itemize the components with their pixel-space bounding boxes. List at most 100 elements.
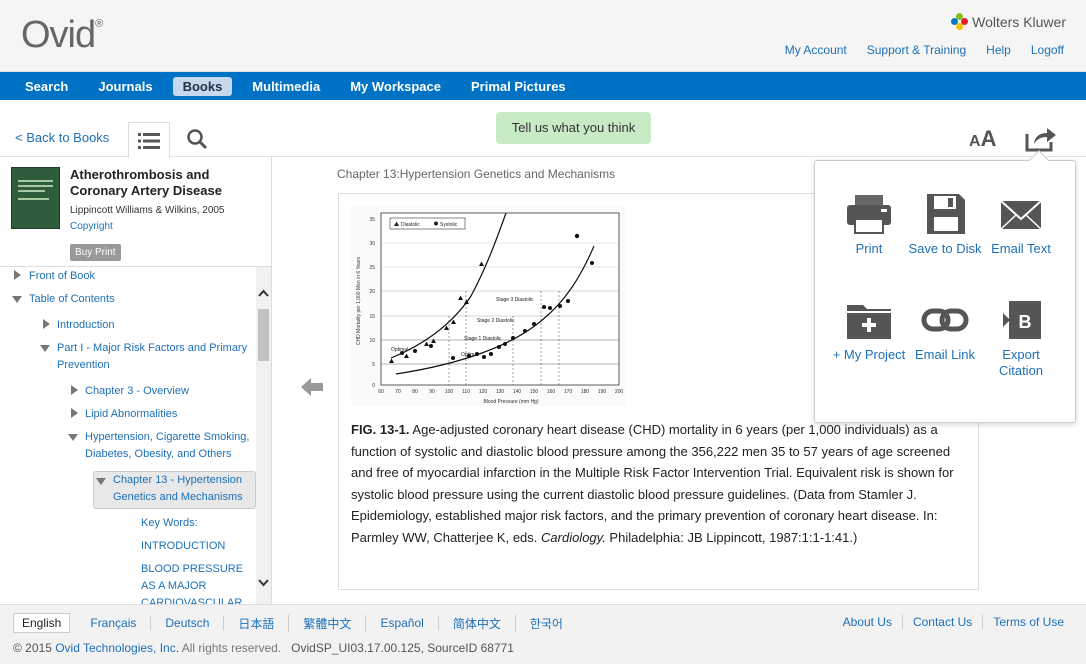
footer: English Français Deutsch 日本語 繁體中文 Españo…	[0, 604, 1086, 664]
share-my-project-button[interactable]: + My Project	[831, 299, 907, 363]
nav-multimedia[interactable]: Multimedia	[242, 77, 330, 96]
x-tick: 60	[378, 389, 384, 395]
x-tick: 170	[564, 389, 573, 395]
share-email-text-button[interactable]: Email Text	[983, 193, 1059, 257]
chapter-breadcrumb: Chapter 13:Hypertension Genetics and Mec…	[337, 167, 616, 181]
nav-journals[interactable]: Journals	[88, 77, 162, 96]
lang-japanese[interactable]: 日本語	[224, 614, 290, 632]
lang-korean[interactable]: 한국어	[516, 615, 577, 632]
y-tick: 5	[372, 362, 375, 368]
ovid-technologies-link[interactable]: Ovid Technologies, Inc.	[55, 641, 179, 655]
caption-source-title: Cardiology.	[541, 529, 606, 545]
nav-search[interactable]: Search	[15, 77, 78, 96]
book-info: Atherothrombosis and Coronary Artery Dis…	[0, 157, 271, 267]
support-training-link[interactable]: Support & Training	[857, 43, 976, 57]
feedback-button[interactable]: Tell us what you think	[496, 112, 651, 144]
share-print-button[interactable]: Print	[831, 193, 907, 257]
lang-deutsch[interactable]: Deutsch	[151, 616, 225, 630]
book-publisher: Lippincott Williams & Wilkins, 2005	[70, 205, 225, 216]
help-link[interactable]: Help	[976, 43, 1021, 57]
toc-item-chapter-13[interactable]: Chapter 13 - Hypertension Genetics and M…	[113, 472, 256, 506]
stage3-label: Stage 3 Diastolic	[496, 297, 534, 303]
figure-13-1-image[interactable]: 0 5 10 15 20 25 30 35 60 70 80 90 100 11…	[351, 206, 626, 406]
caption-text: Age-adjusted coronary heart disease (CHD…	[351, 422, 954, 545]
lang-english[interactable]: English	[13, 613, 71, 633]
y-tick: 0	[372, 383, 375, 389]
collapse-icon[interactable]	[96, 478, 106, 485]
lang-espanol[interactable]: Español	[366, 616, 439, 630]
x-tick: 160	[547, 389, 556, 395]
legend-systolic: Systolic	[440, 222, 458, 228]
expand-icon[interactable]	[14, 270, 21, 280]
share-export-citation-button[interactable]: B Export Citation	[983, 299, 1059, 379]
toc-item-introduction-section[interactable]: INTRODUCTION	[141, 538, 225, 555]
toc-item-front-of-book[interactable]: Front of Book	[29, 268, 95, 285]
x-tick: 180	[581, 389, 590, 395]
x-tick: 80	[412, 389, 418, 395]
collapse-icon[interactable]	[12, 296, 22, 303]
table-of-contents: Front of Book Table of Contents Introduc…	[0, 267, 256, 604]
nav-my-workspace[interactable]: My Workspace	[340, 77, 451, 96]
share-button[interactable]	[1025, 124, 1057, 152]
x-tick: 190	[598, 389, 607, 395]
copyright-link[interactable]: Copyright	[70, 221, 113, 232]
y-axis-label: CHD Mortality per 1,000 Men in 6 Years	[356, 256, 362, 345]
previous-page-arrow-icon[interactable]	[300, 377, 324, 397]
share-email-link-button[interactable]: Email Link	[907, 299, 983, 363]
toc-scrollbar[interactable]	[256, 267, 271, 604]
toc-item-part-1[interactable]: Part I - Major Risk Factors and Primary …	[57, 340, 256, 374]
share-save-to-disk-button[interactable]: Save to Disk	[907, 193, 983, 257]
x-tick: 120	[479, 389, 488, 395]
ovid-logo[interactable]: Ovid®	[21, 14, 103, 57]
nav-books[interactable]: Books	[172, 76, 233, 96]
toc-item-introduction[interactable]: Introduction	[57, 317, 114, 334]
x-tick: 140	[513, 389, 522, 395]
scroll-down-icon[interactable]	[258, 579, 269, 587]
footer-links: About Us Contact Us Terms of Use	[833, 615, 1074, 629]
collapse-icon[interactable]	[40, 345, 50, 352]
y-tick: 10	[369, 338, 375, 344]
contact-us-link[interactable]: Contact Us	[901, 615, 982, 629]
book-title: Atherothrombosis and Coronary Artery Dis…	[70, 167, 222, 198]
copyright-notice: © 2015 Ovid Technologies, Inc. All right…	[13, 641, 514, 655]
terms-of-use-link[interactable]: Terms of Use	[982, 615, 1074, 629]
envelope-icon	[1000, 200, 1042, 230]
toc-item-blood-pressure[interactable]: BLOOD PRESSURE AS A MAJOR CARDIOVASCULAR	[141, 561, 251, 604]
expand-icon[interactable]	[43, 319, 50, 329]
figure-caption: FIG. 13-1. Age-adjusted coronary heart d…	[351, 419, 971, 548]
list-icon	[138, 132, 160, 149]
lang-simplified-chinese[interactable]: 简体中文	[439, 614, 516, 632]
search-book-button[interactable]	[186, 128, 210, 152]
collapse-icon[interactable]	[68, 434, 78, 441]
search-icon	[187, 129, 208, 150]
x-tick: 200	[615, 389, 624, 395]
lang-traditional-chinese[interactable]: 繁體中文	[289, 614, 367, 632]
toc-item-table-of-contents[interactable]: Table of Contents	[29, 291, 115, 308]
y-tick: 30	[369, 241, 375, 247]
logoff-link[interactable]: Logoff	[1021, 43, 1074, 57]
buy-print-button[interactable]: Buy Print	[70, 244, 121, 261]
chain-link-icon	[921, 308, 969, 332]
x-tick: 100	[445, 389, 454, 395]
nav-primal-pictures[interactable]: Primal Pictures	[461, 77, 576, 96]
scroll-up-icon[interactable]	[258, 289, 269, 297]
toc-item-hypertension-section[interactable]: Hypertension, Cigarette Smoking, Diabete…	[85, 429, 256, 463]
expand-icon[interactable]	[71, 408, 78, 418]
stage1-label: Stage 1 Diastolic	[464, 336, 502, 342]
about-us-link[interactable]: About Us	[833, 615, 902, 629]
toc-item-key-words[interactable]: Key Words:	[141, 515, 198, 532]
font-size-button[interactable]: AA	[969, 126, 996, 152]
scroll-thumb[interactable]	[258, 309, 269, 361]
x-tick: 90	[429, 389, 435, 395]
wolters-kluwer-mark-icon	[951, 13, 969, 31]
toc-toggle-button[interactable]	[128, 122, 170, 158]
back-to-books-link[interactable]: < Back to Books	[15, 130, 109, 145]
lang-francais[interactable]: Français	[76, 616, 152, 630]
my-account-link[interactable]: My Account	[775, 43, 857, 57]
folder-plus-icon	[847, 305, 891, 339]
caption-end: Philadelphia: JB Lippincott, 1987:1:1-1:…	[605, 529, 858, 545]
export-citation-icon: B	[1003, 301, 1041, 339]
toc-item-lipid-abnormalities[interactable]: Lipid Abnormalities	[85, 406, 177, 423]
toc-item-chapter-3[interactable]: Chapter 3 - Overview	[85, 383, 189, 400]
expand-icon[interactable]	[71, 385, 78, 395]
